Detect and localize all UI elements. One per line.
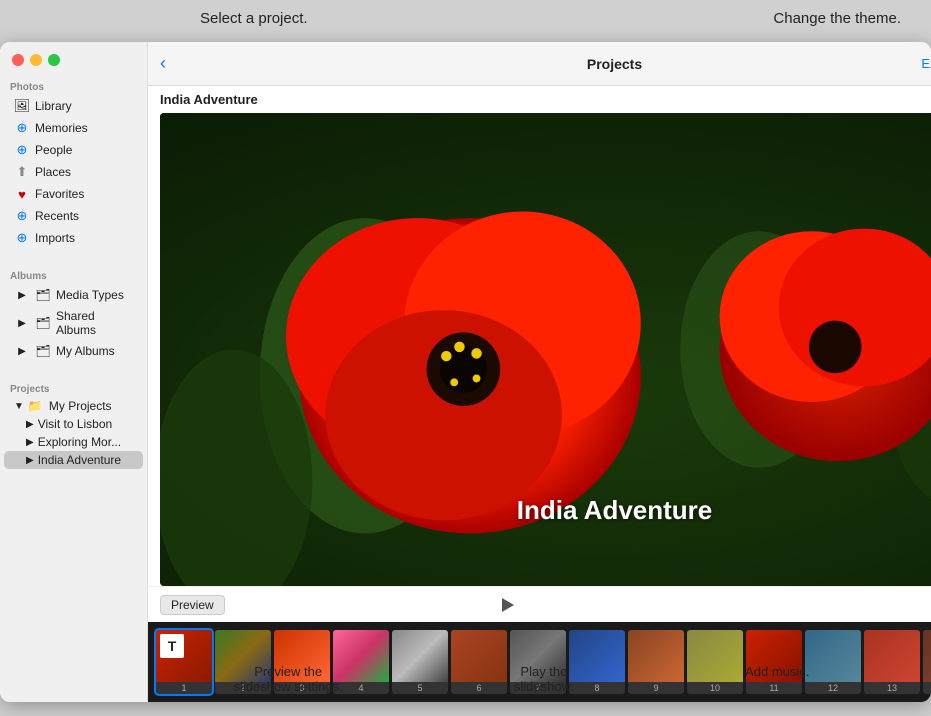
window-controls <box>0 42 147 74</box>
film-thumb-3[interactable]: 3 <box>274 630 330 694</box>
places-icon: ⬆ <box>14 164 30 180</box>
film-thumb-5[interactable]: 5 <box>392 630 448 694</box>
india-adventure-label: India Adventure <box>38 453 121 467</box>
library-label: Library <box>35 99 133 113</box>
toolbar: ‹ Projects Export 🔍 <box>148 42 931 86</box>
shared-albums-chevron: ▶ <box>14 315 30 331</box>
my-projects-chevron: ▼ <box>14 401 24 412</box>
sidebar-item-favorites[interactable]: ♥ Favorites <box>4 183 143 205</box>
film-thumb-10[interactable]: 10 <box>687 630 743 694</box>
toolbar-title: Projects <box>587 56 642 72</box>
media-types-chevron: ▶ <box>14 287 30 303</box>
people-icon: ⊕ <box>14 142 30 158</box>
sidebar-item-memories[interactable]: ⊕ Memories <box>4 117 143 139</box>
export-button[interactable]: Export <box>921 56 931 71</box>
media-types-icon: 🗂 <box>35 287 51 303</box>
sidebar-item-visit-lisbon[interactable]: ▶ Visit to Lisbon <box>4 415 143 433</box>
shared-albums-icon: 🗂 <box>35 315 51 331</box>
film-thumb-9[interactable]: 9 <box>628 630 684 694</box>
film-thumb-4[interactable]: 4 <box>333 630 389 694</box>
exploring-icon: ▶ <box>26 437 34 448</box>
filmstrip: T123456789101112131415+ <box>148 622 931 702</box>
film-thumb-11[interactable]: 11 <box>746 630 802 694</box>
play-button[interactable] <box>496 593 520 617</box>
sidebar-item-exploring[interactable]: ▶ Exploring Mor... <box>4 433 143 451</box>
exploring-label: Exploring Mor... <box>38 435 121 449</box>
places-label: Places <box>35 165 133 179</box>
film-thumb-14[interactable]: 14 <box>923 630 931 694</box>
my-projects-icon: 📁 <box>28 399 43 413</box>
photos-section-label: Photos <box>0 74 147 95</box>
bottom-controls: Preview ⇄ <box>148 586 931 622</box>
albums-section-label: Albums <box>0 263 147 284</box>
slide-title-overlay: India Adventure <box>517 495 713 526</box>
people-label: People <box>35 143 133 157</box>
film-thumb-6[interactable]: 6 <box>451 630 507 694</box>
minimize-button[interactable] <box>30 54 42 66</box>
india-adventure-icon: ▶ <box>26 455 34 466</box>
sidebar-item-media-types[interactable]: ▶ 🗂 Media Types <box>4 284 143 306</box>
slideshow-main-view: India Adventure <box>160 113 931 586</box>
recents-label: Recents <box>35 209 133 223</box>
toolbar-right: Export 🔍 <box>921 55 931 73</box>
sidebar-item-shared-albums[interactable]: ▶ 🗂 Shared Albums <box>4 306 143 340</box>
project-area: India Adventure 44 slides · 2:38m <box>148 86 931 702</box>
sidebar-item-my-albums[interactable]: ▶ 🗂 My Albums <box>4 340 143 362</box>
main-content: ‹ Projects Export 🔍 India Adventure 44 s… <box>148 42 931 702</box>
my-projects-item[interactable]: ▼ 📁 My Projects <box>4 397 143 415</box>
recents-icon: ⊕ <box>14 208 30 224</box>
slideshow-background: India Adventure <box>160 113 931 586</box>
favorites-icon: ♥ <box>14 186 30 202</box>
preview-button[interactable]: Preview <box>160 595 225 615</box>
my-albums-icon: 🗂 <box>35 343 51 359</box>
media-types-label: Media Types <box>56 288 133 302</box>
visit-lisbon-label: Visit to Lisbon <box>38 417 113 431</box>
film-thumb-13[interactable]: 13 <box>864 630 920 694</box>
imports-label: Imports <box>35 231 133 245</box>
project-header: India Adventure 44 slides · 2:38m <box>148 86 931 113</box>
favorites-label: Favorites <box>35 187 133 201</box>
imports-icon: ⊕ <box>14 230 30 246</box>
close-button[interactable] <box>12 54 24 66</box>
library-icon: 🖼 <box>14 98 30 114</box>
sidebar-item-people[interactable]: ⊕ People <box>4 139 143 161</box>
sidebar-item-india-adventure[interactable]: ▶ India Adventure <box>4 451 143 469</box>
projects-section-label: Projects <box>0 376 147 397</box>
my-albums-label: My Albums <box>56 344 133 358</box>
sidebar-item-places[interactable]: ⬆ Places <box>4 161 143 183</box>
film-thumb-7[interactable]: 7 <box>510 630 566 694</box>
play-triangle-icon <box>502 598 514 612</box>
change-theme-tooltip: Change the theme. <box>773 10 901 27</box>
film-thumb-8[interactable]: 8 <box>569 630 625 694</box>
project-title: India Adventure <box>160 92 258 107</box>
visit-lisbon-icon: ▶ <box>26 419 34 430</box>
sidebar: Photos 🖼 Library ⊕ Memories ⊕ People ⬆ P… <box>0 42 148 702</box>
film-thumb-2[interactable]: 2 <box>215 630 271 694</box>
sidebar-item-library[interactable]: 🖼 Library <box>4 95 143 117</box>
memories-label: Memories <box>35 121 133 135</box>
sidebar-item-recents[interactable]: ⊕ Recents <box>4 205 143 227</box>
memories-icon: ⊕ <box>14 120 30 136</box>
my-projects-label: My Projects <box>49 399 112 413</box>
app-window: Photos 🖼 Library ⊕ Memories ⊕ People ⬆ P… <box>0 42 931 702</box>
film-thumb-1[interactable]: T1 <box>156 630 212 694</box>
back-button[interactable]: ‹ <box>160 53 166 74</box>
maximize-button[interactable] <box>48 54 60 66</box>
select-project-tooltip: Select a project. <box>200 10 308 27</box>
my-albums-chevron: ▶ <box>14 343 30 359</box>
shared-albums-label: Shared Albums <box>56 309 133 337</box>
sidebar-item-imports[interactable]: ⊕ Imports <box>4 227 143 249</box>
film-thumb-12[interactable]: 12 <box>805 630 861 694</box>
